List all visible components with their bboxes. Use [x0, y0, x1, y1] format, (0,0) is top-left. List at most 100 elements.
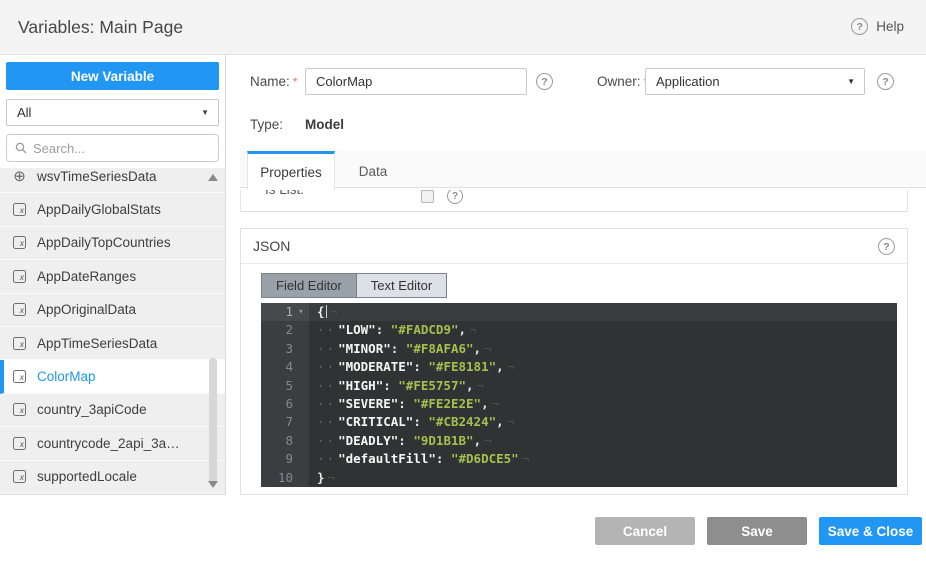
line-gutter: 10 [261, 469, 309, 487]
variable-list-item[interactable]: ⊕ wsvTimeSeriesData [0, 168, 225, 193]
code-line: 10 }¬ [261, 469, 897, 487]
variable-icon: x [13, 236, 26, 249]
line-code: }¬ [309, 469, 897, 487]
tab-properties[interactable]: Properties [247, 151, 335, 190]
code-line: 8 ··"DEADLY": "9D1B1B",¬ [261, 432, 897, 450]
json-section: JSON ? Field Editor Text Editor 1▾ {¬ 2 … [240, 228, 908, 495]
line-number: 1 [285, 304, 293, 319]
search-input[interactable] [33, 141, 203, 156]
line-gutter: 4 [261, 358, 309, 376]
is-list-checkbox[interactable] [421, 190, 434, 203]
tab-bar: Properties Data [240, 151, 926, 188]
page-header: Variables: Main Page ? Help [0, 0, 926, 55]
properties-panel-clipped: Is List: ? [240, 190, 908, 212]
variable-name: AppTimeSeriesData [37, 336, 157, 351]
variable-icon: x [13, 437, 26, 450]
main-panel: Name:* ? Owner:* Application ▼ ? Type: M… [240, 55, 926, 562]
variable-list-item[interactable]: x AppDailyTopCountries [0, 227, 225, 260]
globe-icon: ⊕ [13, 170, 26, 183]
code-line: 1▾ {¬ [261, 303, 897, 321]
type-value: Model [305, 117, 344, 132]
line-number: 10 [278, 470, 293, 485]
variable-list-item[interactable]: x AppDailyGlobalStats [0, 193, 225, 226]
code-lines: 1▾ {¬ 2 ··"LOW": "#FADCD9",¬ 3 ··"MINOR"… [261, 303, 897, 487]
variable-name: countrycode_2api_3a… [37, 436, 180, 451]
json-section-title: JSON [253, 238, 290, 254]
save-button[interactable]: Save [707, 517, 807, 545]
line-gutter: 3 [261, 340, 309, 358]
search-box[interactable] [6, 134, 219, 162]
help-button[interactable]: ? Help [851, 18, 904, 35]
owner-select[interactable]: Application ▼ [645, 68, 865, 95]
is-list-help-icon[interactable]: ? [447, 190, 463, 204]
variable-list-item[interactable]: x countrycode_2api_3a… [0, 427, 225, 460]
variable-name: AppDailyGlobalStats [37, 202, 161, 217]
owner-help-icon[interactable]: ? [877, 73, 894, 90]
scroll-up-icon[interactable] [208, 174, 218, 181]
variable-list-item[interactable]: x supportedLocale [0, 461, 225, 494]
line-code: ··"MODERATE": "#FE8181",¬ [309, 358, 897, 376]
variable-list-item[interactable]: x AppDateRanges [0, 260, 225, 293]
editor-mode-toggle: Field Editor Text Editor [261, 273, 447, 298]
new-variable-button[interactable]: New Variable [6, 62, 219, 90]
filter-value: All [17, 105, 31, 120]
variable-name: supportedLocale [37, 469, 137, 484]
scrollbar-thumb[interactable] [209, 358, 217, 484]
line-code: ··"CRITICAL": "#CB2424",¬ [309, 413, 897, 431]
code-line: 7 ··"CRITICAL": "#CB2424",¬ [261, 413, 897, 431]
variable-icon: x [13, 470, 26, 483]
variable-list-item[interactable]: x ColorMap [0, 360, 225, 393]
text-editor-button[interactable]: Text Editor [357, 274, 446, 297]
list-scrollbar[interactable] [206, 171, 220, 491]
name-help-icon[interactable]: ? [536, 73, 553, 90]
variable-list-item[interactable]: x country_3apiCode [0, 394, 225, 427]
line-number: 7 [285, 414, 293, 429]
help-label: Help [876, 19, 904, 34]
line-code: ··"defaultFill": "#D6DCE5"¬ [309, 450, 897, 468]
line-gutter: 2 [261, 321, 309, 339]
chevron-down-icon: ▼ [201, 108, 209, 117]
json-section-header: JSON ? [241, 229, 907, 264]
line-code: ··"HIGH": "#FE5757",¬ [309, 377, 897, 395]
line-number: 8 [285, 433, 293, 448]
json-code-editor[interactable]: 1▾ {¬ 2 ··"LOW": "#FADCD9",¬ 3 ··"MINOR"… [261, 303, 897, 487]
line-number: 6 [285, 396, 293, 411]
variable-filter-dropdown[interactable]: All ▼ [6, 99, 219, 126]
code-line: 4 ··"MODERATE": "#FE8181",¬ [261, 358, 897, 376]
cancel-button[interactable]: Cancel [595, 517, 695, 545]
line-number: 3 [285, 341, 293, 356]
help-icon: ? [851, 18, 868, 35]
name-label: Name:* [250, 74, 297, 89]
variable-name: ColorMap [37, 369, 96, 384]
text-cursor [326, 305, 328, 318]
line-number: 5 [285, 378, 293, 393]
search-icon [15, 142, 27, 154]
name-input[interactable] [305, 68, 527, 95]
line-code: ··"SEVERE": "#FE2E2E",¬ [309, 395, 897, 413]
variable-icon: x [13, 203, 26, 216]
variable-name: wsvTimeSeriesData [37, 169, 157, 184]
is-list-label: Is List: [265, 190, 304, 197]
line-gutter: 8 [261, 432, 309, 450]
tab-data[interactable]: Data [337, 154, 409, 188]
code-line: 5 ··"HIGH": "#FE5757",¬ [261, 377, 897, 395]
variable-icon: x [13, 403, 26, 416]
line-gutter: 1▾ [261, 303, 309, 321]
code-line: 9 ··"defaultFill": "#D6DCE5"¬ [261, 450, 897, 468]
variable-list-item[interactable]: x AppTimeSeriesData [0, 327, 225, 360]
fold-arrow-icon[interactable]: ▾ [295, 303, 307, 321]
line-number: 4 [285, 359, 293, 374]
line-code: ··"DEADLY": "9D1B1B",¬ [309, 432, 897, 450]
variables-page: Variables: Main Page ? Help New Variable… [0, 0, 926, 562]
line-code: {¬ [309, 303, 897, 321]
save-and-close-button[interactable]: Save & Close [819, 517, 922, 545]
line-code: ··"LOW": "#FADCD9",¬ [309, 321, 897, 339]
chevron-down-icon: ▼ [847, 77, 855, 86]
field-editor-button[interactable]: Field Editor [262, 274, 357, 297]
json-help-icon[interactable]: ? [878, 238, 895, 255]
scroll-down-icon[interactable] [208, 481, 218, 488]
code-line: 3 ··"MINOR": "#F8AFA6",¬ [261, 340, 897, 358]
variable-list-item[interactable]: x AppOriginalData [0, 294, 225, 327]
code-line: 6 ··"SEVERE": "#FE2E2E",¬ [261, 395, 897, 413]
owner-value: Application [656, 74, 720, 89]
